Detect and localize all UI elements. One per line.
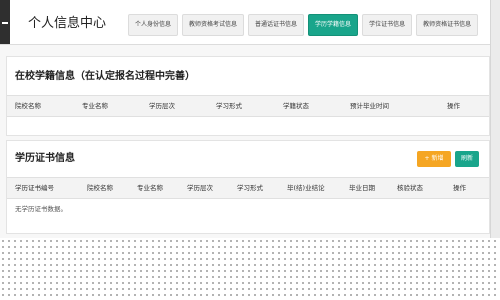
tab-mandarin-cert[interactable]: 普通话证书信息 — [248, 14, 305, 36]
table-header: 院校名称 专业名称 学历层次 学习形式 学籍状态 预计毕业时间 操作 — [7, 95, 489, 117]
tab-personal-identity[interactable]: 个人身份信息 — [128, 14, 179, 36]
tab-bar: 个人身份信息 教师资格考试信息 普通话证书信息 学历学籍信息 学位证书信息 教师… — [128, 14, 479, 36]
tab-education-status[interactable]: 学历学籍信息 — [308, 14, 359, 36]
education-cert-section: 学历证书信息 + 新增 刷新 学历证书编号 院校名称 专业名称 学历层次 学习形… — [6, 140, 490, 234]
column-header: 预计毕业时间 — [350, 102, 389, 110]
page-title: 个人信息中心 — [28, 16, 107, 31]
column-header: 学习形式 — [216, 102, 242, 110]
column-header: 学历层次 — [149, 102, 175, 110]
column-header: 操作 — [453, 184, 466, 192]
tab-teacher-cert[interactable]: 教师资格证书信息 — [416, 14, 479, 36]
page-container: 个人信息中心 个人身份信息 教师资格考试信息 普通话证书信息 学历学籍信息 学位… — [0, 0, 491, 238]
section-title: 学历证书信息 — [15, 153, 75, 164]
column-header: 毕(结)业结论 — [287, 184, 325, 192]
column-header: 学历证书编号 — [15, 184, 54, 192]
empty-table-message: 无学历证书数据。 — [15, 205, 67, 213]
refresh-button[interactable]: 刷新 — [455, 151, 479, 167]
column-header: 专业名称 — [82, 102, 108, 110]
column-header: 核验状态 — [397, 184, 423, 192]
header: 个人信息中心 个人身份信息 教师资格考试信息 普通话证书信息 学历学籍信息 学位… — [0, 0, 490, 45]
table-header: 学历证书编号 院校名称 专业名称 学历层次 学习形式 毕(结)业结论 毕业日期 … — [7, 177, 489, 199]
column-header: 院校名称 — [15, 102, 41, 110]
section-title: 在校学籍信息（在认定报名过程中完善） — [15, 71, 195, 82]
column-header: 学籍状态 — [283, 102, 309, 110]
tab-degree-cert[interactable]: 学位证书信息 — [362, 14, 413, 36]
menu-toggle-icon[interactable] — [0, 0, 10, 44]
column-header: 操作 — [447, 102, 460, 110]
column-header: 专业名称 — [137, 184, 163, 192]
school-status-section: 在校学籍信息（在认定报名过程中完善） 院校名称 专业名称 学历层次 学习形式 学… — [6, 56, 490, 136]
column-header: 学历层次 — [187, 184, 213, 192]
column-header: 学习形式 — [237, 184, 263, 192]
tab-teacher-exam[interactable]: 教师资格考试信息 — [182, 14, 245, 36]
add-button[interactable]: + 新增 — [417, 151, 451, 167]
column-header: 毕业日期 — [349, 184, 375, 192]
dotted-background — [0, 238, 500, 300]
column-header: 院校名称 — [87, 184, 113, 192]
